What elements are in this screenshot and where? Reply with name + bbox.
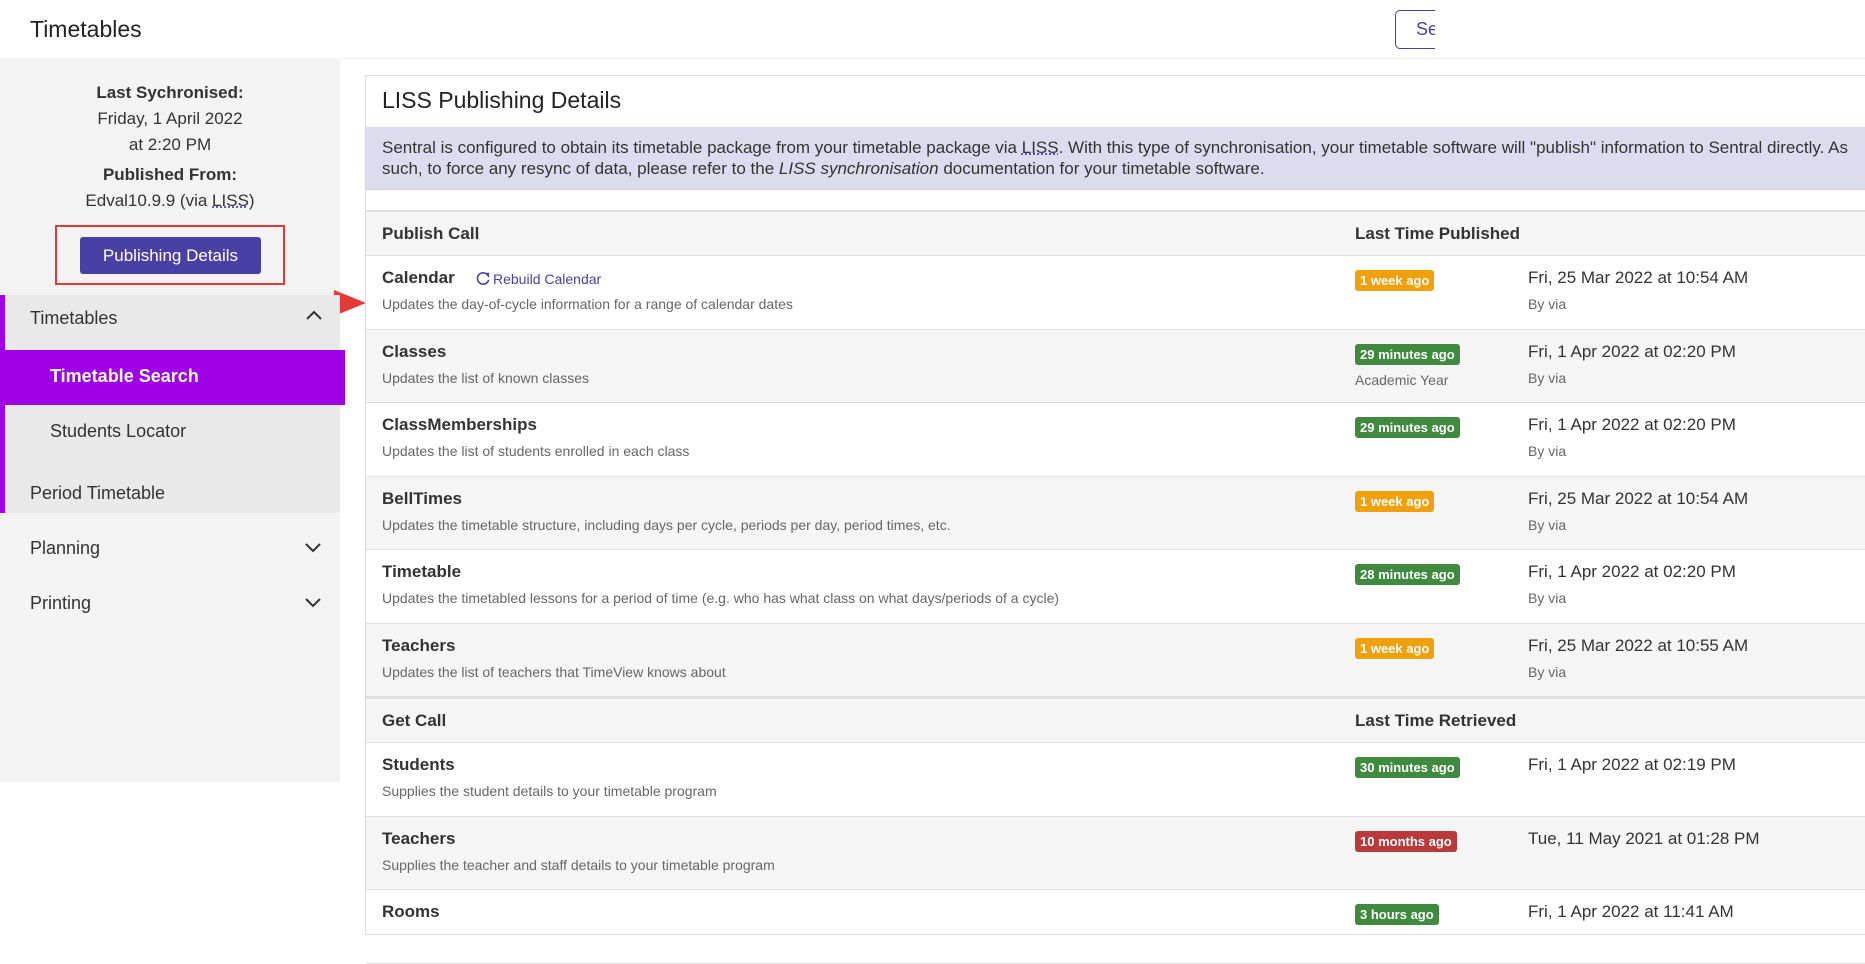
nav-item-timetables[interactable]: Timetables	[30, 308, 117, 329]
publish-call-description: Updates the list of known classes	[382, 369, 589, 386]
get-rows: Students Supplies the student details to …	[366, 743, 1865, 964]
time-ago-badge: 29 minutes ago	[1355, 417, 1460, 438]
publish-call-header: Publish Call Last Time Published	[366, 210, 1865, 256]
info-message: Sentral is configured to obtain its time…	[366, 127, 1865, 190]
table-row: Timetable Updates the timetabled lessons …	[366, 550, 1865, 624]
table-row: BellTimes Updates the timetable structure…	[366, 476, 1865, 550]
publish-call-timestamp: Fri, 1 Apr 2022 at 02:20 PM	[1528, 562, 1736, 581]
publish-call-description: Updates the list of teachers that TimeVi…	[382, 663, 726, 680]
liss-publishing-panel: LISS Publishing Details Sentral is confi…	[365, 75, 1865, 964]
info-text-3: documentation for your timetable softwar…	[938, 159, 1265, 178]
publish-call-by: By via	[1528, 663, 1567, 680]
last-sync-date: Friday, 1 April 2022	[97, 109, 243, 128]
publish-call-col-header: Publish Call	[382, 224, 480, 243]
publish-table: Publish Call Last Time Published Calenda…	[366, 210, 1865, 964]
last-time-published-col-header: Last Time Published	[1355, 224, 1521, 243]
publish-call-timestamp: Fri, 25 Mar 2022 at 10:54 AM	[1528, 488, 1749, 508]
get-call-description: Supplies the teacher and staff details t…	[382, 856, 775, 873]
publish-call-by: By via	[1528, 590, 1567, 606]
nav-group-timetables: Timetables Timetable Search Students Loc…	[0, 295, 345, 513]
table-row: Students Supplies the student details to …	[366, 743, 1865, 817]
publish-call-name: Teachers	[382, 635, 456, 655]
get-call-timestamp: Fri, 1 Apr 2022 at 11:41 AM	[1528, 902, 1734, 921]
time-ago-badge: 1 week ago	[1355, 490, 1435, 512]
rebuild-calendar-label: Rebuild Calendar	[493, 271, 602, 287]
publish-call-description: Updates the list of students enrolled in…	[382, 443, 690, 459]
get-call-timestamp: Fri, 1 Apr 2022 at 02:19 PM	[1528, 755, 1736, 774]
nav-item-timetable-search-label: Timetable Search	[50, 366, 199, 386]
last-sync-label: Last Sychronised:	[96, 83, 244, 102]
time-ago-badge: 1 week ago	[1355, 637, 1435, 659]
publish-call-timestamp: Fri, 1 Apr 2022 at 02:20 PM	[1528, 415, 1736, 434]
get-call-header: Get Call Last Time Retrieved	[366, 697, 1865, 743]
nav-item-timetable-search[interactable]: Timetable Search	[0, 350, 345, 405]
search-button[interactable]: Se	[1395, 10, 1435, 49]
publish-call-by: By via	[1528, 516, 1567, 533]
chevron-up-icon[interactable]	[305, 309, 323, 321]
time-ago-badge: 29 minutes ago	[1355, 343, 1460, 365]
publish-rows: Calendar Updates the day-of-cycle informa…	[366, 256, 1865, 697]
table-row: Teachers Updates the list of teachers tha…	[366, 623, 1865, 697]
refresh-icon	[476, 272, 490, 285]
nav-item-students-locator[interactable]: Students Locator	[50, 421, 186, 442]
nav-item-printing[interactable]: Printing	[30, 593, 91, 614]
publishing-details-button[interactable]: Publishing Details	[80, 237, 261, 274]
chevron-down-icon[interactable]	[304, 596, 322, 608]
get-call-name: Students	[382, 755, 455, 774]
table-row: ClassMemberships Updates the list of stud…	[366, 403, 1865, 477]
liss-abbr: LISS	[212, 191, 249, 210]
publish-call-extra: Academic Year	[1355, 371, 1449, 388]
time-ago-badge: 10 months ago	[1355, 830, 1457, 852]
published-from-close: )	[248, 191, 255, 210]
publish-call-name: BellTimes	[382, 488, 463, 508]
publish-call-name: Timetable	[382, 562, 462, 581]
published-from-text: Edval10.9.9 (via	[85, 191, 213, 210]
rebuild-calendar-link[interactable]: Rebuild Calendar	[476, 271, 601, 287]
publish-call-timestamp: Fri, 25 Mar 2022 at 10:54 AM	[1528, 268, 1749, 287]
sidebar: Last Sychronised: Friday, 1 April 2022 a…	[0, 58, 366, 782]
get-call-name: Rooms	[382, 902, 440, 921]
time-ago-badge: 1 week ago	[1355, 270, 1435, 291]
get-call-timestamp: Tue, 11 May 2021 at 01:28 PM	[1528, 828, 1760, 848]
get-call-name: Teachers	[382, 828, 456, 848]
publish-call-name: Classes	[382, 341, 447, 361]
last-sync-time: at 2:20 PM	[128, 135, 212, 154]
nav-item-planning[interactable]: Planning	[30, 538, 100, 559]
published-from-value: Edval10.9.9 (via LISS)	[0, 188, 340, 214]
table-row: Classes Updates the list of known classes…	[366, 329, 1865, 403]
time-ago-badge: 30 minutes ago	[1355, 757, 1460, 778]
table-row: Teachers Supplies the teacher and staff d…	[366, 816, 1865, 890]
time-ago-badge: 3 hours ago	[1355, 904, 1439, 925]
publish-call-description: Updates the timetable structure, includi…	[382, 516, 951, 533]
sync-info: Last Sychronised: Friday, 1 April 2022 a…	[0, 80, 340, 214]
page-title: Timetables	[30, 16, 142, 42]
info-liss-abbr: LISS	[1021, 138, 1059, 157]
publish-call-name: Calendar	[382, 268, 455, 287]
publish-call-timestamp: Fri, 25 Mar 2022 at 10:55 AM	[1528, 635, 1749, 655]
nav-item-period-timetable[interactable]: Period Timetable	[30, 483, 165, 504]
table-row: Calendar Updates the day-of-cycle informa…	[366, 256, 1865, 330]
publish-call-by: By via	[1528, 296, 1567, 312]
info-text-1: Sentral is configured to obtain its time…	[382, 138, 1022, 157]
top-bar: Timetables Se	[0, 0, 1865, 58]
publish-call-by: By via	[1528, 443, 1567, 459]
get-call-description: Supplies the student details to your tim…	[382, 783, 717, 799]
chevron-down-icon[interactable]	[304, 541, 322, 553]
published-from-label: Published From:	[102, 165, 238, 184]
info-liss-sync: LISS synchronisation	[778, 159, 939, 178]
publish-call-name: ClassMemberships	[382, 415, 537, 434]
publish-call-description: Updates the day-of-cycle information for…	[382, 296, 793, 312]
publish-call-by: By via	[1528, 369, 1567, 386]
publish-call-timestamp: Fri, 1 Apr 2022 at 02:20 PM	[1528, 341, 1736, 361]
time-ago-badge: 28 minutes ago	[1355, 564, 1460, 585]
publish-call-description: Updates the timetabled lessons for a per…	[382, 590, 1060, 606]
publishing-details-highlight: Publishing Details	[55, 225, 285, 285]
last-time-retrieved-col-header: Last Time Retrieved	[1355, 711, 1517, 730]
get-call-col-header: Get Call	[382, 711, 447, 730]
panel-title: LISS Publishing Details	[382, 87, 622, 113]
